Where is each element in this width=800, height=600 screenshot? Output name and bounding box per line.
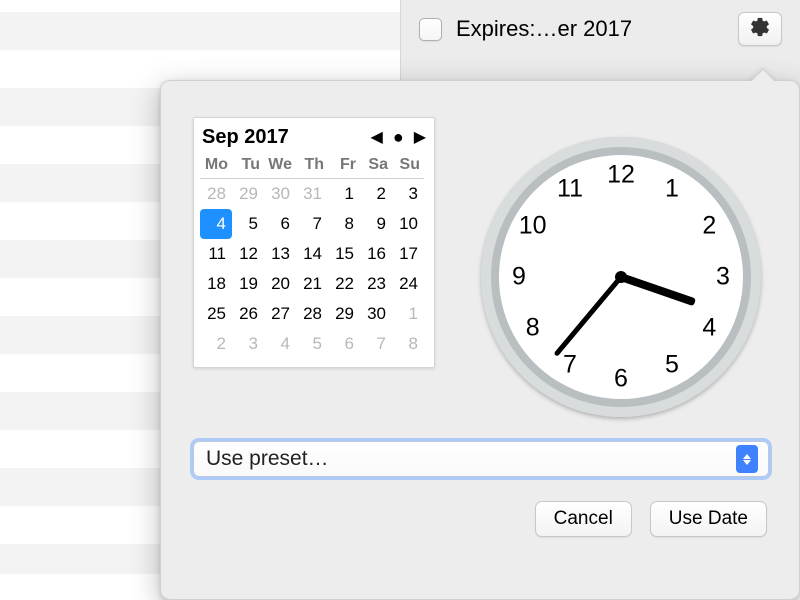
clock-number: 4	[693, 314, 725, 343]
settings-button[interactable]	[738, 12, 782, 46]
calendar-day[interactable]: 11	[200, 239, 232, 269]
calendar-day[interactable]: 2	[360, 179, 392, 209]
dropdown-stepper-icon	[736, 445, 758, 473]
calendar-grid: MoTuWeThFrSaSu28293031123456789101112131…	[200, 153, 428, 359]
use-date-button[interactable]: Use Date	[650, 501, 767, 537]
calendar-day[interactable]: 27	[264, 299, 296, 329]
top-panel: Expires:…er 2017	[400, 0, 800, 88]
calendar-day[interactable]: 8	[328, 209, 360, 239]
calendar-day[interactable]: 29	[328, 299, 360, 329]
gear-icon	[749, 16, 771, 43]
calendar-day[interactable]: 1	[392, 299, 424, 329]
calendar-day[interactable]: 7	[360, 329, 392, 359]
calendar-weekday: Su	[392, 153, 424, 179]
calendar-day[interactable]: 18	[200, 269, 232, 299]
calendar-weekday: Tu	[232, 153, 264, 179]
expires-label: Expires:…er 2017	[456, 16, 632, 42]
calendar-weekday: Sa	[360, 153, 392, 179]
calendar-day[interactable]: 1	[328, 179, 360, 209]
calendar-day[interactable]: 21	[296, 269, 328, 299]
calendar-day[interactable]: 16	[360, 239, 392, 269]
calendar-title: Sep 2017	[202, 126, 289, 149]
calendar-weekday: We	[264, 153, 296, 179]
clock-number: 9	[503, 263, 535, 292]
calendar-day[interactable]: 30	[360, 299, 392, 329]
calendar-day[interactable]: 6	[328, 329, 360, 359]
clock-number: 3	[707, 263, 739, 292]
calendar-weekday: Th	[296, 153, 328, 179]
calendar-next-icon[interactable]: ▶	[414, 130, 426, 146]
calendar-day[interactable]: 24	[392, 269, 424, 299]
clock-number: 12	[605, 161, 637, 190]
clock-minute-hand	[554, 275, 623, 356]
calendar-day[interactable]: 4	[200, 209, 232, 239]
calendar-day[interactable]: 25	[200, 299, 232, 329]
calendar-prev-icon[interactable]: ◀	[371, 130, 383, 146]
clock-number: 1	[656, 174, 688, 203]
calendar-day[interactable]: 26	[232, 299, 264, 329]
clock-number: 2	[693, 212, 725, 241]
calendar-day[interactable]: 10	[392, 209, 424, 239]
calendar-day[interactable]: 17	[392, 239, 424, 269]
expires-row: Expires:…er 2017	[419, 16, 782, 42]
calendar-day[interactable]: 7	[296, 209, 328, 239]
clock-number: 6	[605, 365, 637, 394]
calendar-header: Sep 2017 ◀ ● ▶	[200, 124, 428, 153]
clock-number: 7	[554, 351, 586, 380]
calendar-today-icon[interactable]: ●	[393, 128, 404, 146]
preset-label: Use preset…	[206, 447, 329, 471]
clock-number: 5	[656, 351, 688, 380]
clock[interactable]: 12 12 3 45678 9 1011	[481, 137, 761, 417]
calendar-day[interactable]: 5	[232, 209, 264, 239]
preset-dropdown[interactable]: Use preset…	[193, 441, 769, 477]
calendar-weekday: Mo	[200, 153, 232, 179]
expires-checkbox[interactable]	[419, 18, 442, 41]
date-time-popover: Sep 2017 ◀ ● ▶ MoTuWeThFrSaSu28293031123…	[160, 80, 800, 600]
calendar-day[interactable]: 6	[264, 209, 296, 239]
calendar-day[interactable]: 2	[200, 329, 232, 359]
clock-hour-hand	[620, 273, 696, 306]
clock-face: 12 12 3 45678 9 1011	[481, 137, 761, 417]
cancel-button[interactable]: Cancel	[535, 501, 632, 537]
calendar-nav: ◀ ● ▶	[371, 129, 427, 147]
calendar-day[interactable]: 3	[232, 329, 264, 359]
popover-arrow	[748, 67, 776, 81]
clock-number: 11	[554, 174, 586, 203]
calendar-day[interactable]: 20	[264, 269, 296, 299]
calendar-day[interactable]: 8	[392, 329, 424, 359]
calendar-day[interactable]: 13	[264, 239, 296, 269]
calendar-day[interactable]: 3	[392, 179, 424, 209]
calendar-day[interactable]: 23	[360, 269, 392, 299]
calendar-weekday: Fr	[328, 153, 360, 179]
calendar-day[interactable]: 30	[264, 179, 296, 209]
calendar-day[interactable]: 5	[296, 329, 328, 359]
calendar-day[interactable]: 28	[200, 179, 232, 209]
button-row: Cancel Use Date	[535, 501, 767, 537]
calendar-day[interactable]: 29	[232, 179, 264, 209]
calendar: Sep 2017 ◀ ● ▶ MoTuWeThFrSaSu28293031123…	[193, 117, 435, 368]
calendar-day[interactable]: 19	[232, 269, 264, 299]
clock-number: 10	[517, 212, 549, 241]
calendar-day[interactable]: 22	[328, 269, 360, 299]
calendar-day[interactable]: 31	[296, 179, 328, 209]
clock-number: 8	[517, 314, 549, 343]
calendar-day[interactable]: 28	[296, 299, 328, 329]
calendar-day[interactable]: 9	[360, 209, 392, 239]
calendar-day[interactable]: 15	[328, 239, 360, 269]
clock-center-dot	[615, 271, 627, 283]
calendar-day[interactable]: 4	[264, 329, 296, 359]
calendar-day[interactable]: 12	[232, 239, 264, 269]
calendar-day[interactable]: 14	[296, 239, 328, 269]
